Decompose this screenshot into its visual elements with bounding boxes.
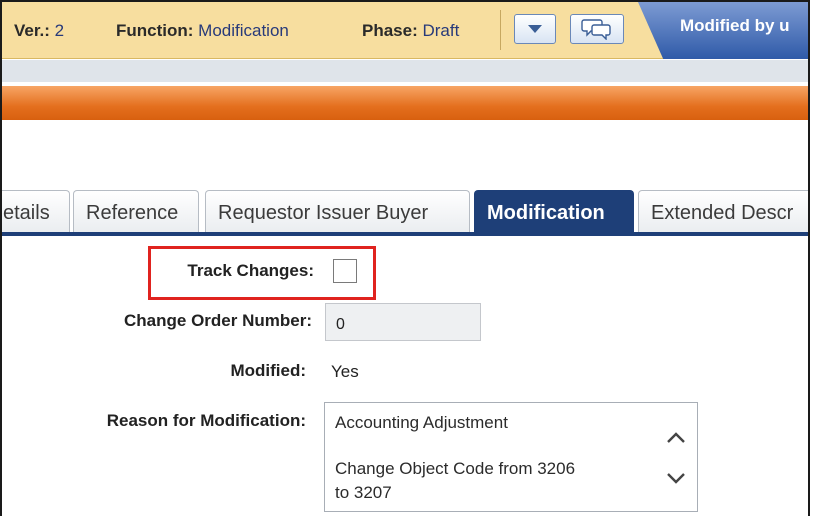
- phase-value: Draft: [422, 21, 460, 40]
- tab-extended-description[interactable]: Extended Descr: [638, 190, 808, 235]
- document-header-bar: Ver.: 2 Function: Modification Phase: Dr…: [2, 2, 808, 59]
- reason-line: Accounting Adjustment: [335, 413, 508, 432]
- scroll-up-arrow[interactable]: [665, 429, 687, 447]
- chevron-down-icon: [667, 473, 685, 484]
- version-info: Ver.: 2: [14, 21, 64, 41]
- track-changes-checkbox[interactable]: [333, 259, 357, 283]
- reason-for-modification-textarea[interactable]: Accounting Adjustment Change Object Code…: [324, 402, 698, 512]
- change-order-number-field[interactable]: 0: [325, 303, 481, 341]
- header-dropdown-button[interactable]: [514, 14, 556, 44]
- toolbar-strip: [2, 60, 808, 82]
- tab-label: Requestor Issuer Buyer: [218, 201, 429, 224]
- tab-label: etails: [3, 201, 50, 224]
- version-label: Ver.:: [14, 21, 50, 40]
- caret-down-icon: [528, 25, 542, 33]
- phase-info: Phase: Draft: [362, 21, 459, 41]
- scroll-down-arrow[interactable]: [665, 469, 687, 487]
- tab-modification[interactable]: Modification: [474, 190, 634, 235]
- tab-requestor-issuer-buyer[interactable]: Requestor Issuer Buyer: [205, 190, 470, 235]
- tab-bar: etails Reference Requestor Issuer Buyer …: [2, 190, 808, 235]
- reason-for-modification-label: Reason for Modification:: [106, 411, 306, 430]
- header-divider: [500, 10, 501, 50]
- tab-label: Reference: [86, 201, 179, 224]
- section-bar: [2, 86, 808, 120]
- speech-bubbles-icon: [581, 19, 611, 40]
- function-label: Function:: [116, 21, 194, 40]
- change-order-number-label: Change Order Number:: [124, 311, 312, 330]
- reason-line: Change Object Code from 3206: [335, 459, 576, 478]
- phase-label: Phase:: [362, 21, 418, 40]
- app-frame: Ver.: 2 Function: Modification Phase: Dr…: [0, 0, 810, 516]
- chevron-up-icon: [667, 432, 685, 443]
- reason-line: to 3207: [335, 483, 392, 502]
- function-info: Function: Modification: [116, 21, 289, 41]
- tab-underline: [2, 232, 808, 236]
- comments-button[interactable]: [570, 14, 624, 44]
- tab-label: Modification: [487, 201, 605, 224]
- version-value: 2: [54, 21, 65, 40]
- function-value: Modification: [198, 21, 289, 40]
- tab-reference[interactable]: Reference: [73, 190, 199, 235]
- tab-label: Extended Descr: [651, 201, 794, 224]
- modified-by-text: Modified by u: [680, 16, 790, 35]
- tab-details[interactable]: etails: [2, 190, 70, 235]
- track-changes-label: Track Changes:: [187, 261, 314, 280]
- modified-label: Modified:: [230, 361, 306, 380]
- modified-value: Yes: [331, 362, 359, 381]
